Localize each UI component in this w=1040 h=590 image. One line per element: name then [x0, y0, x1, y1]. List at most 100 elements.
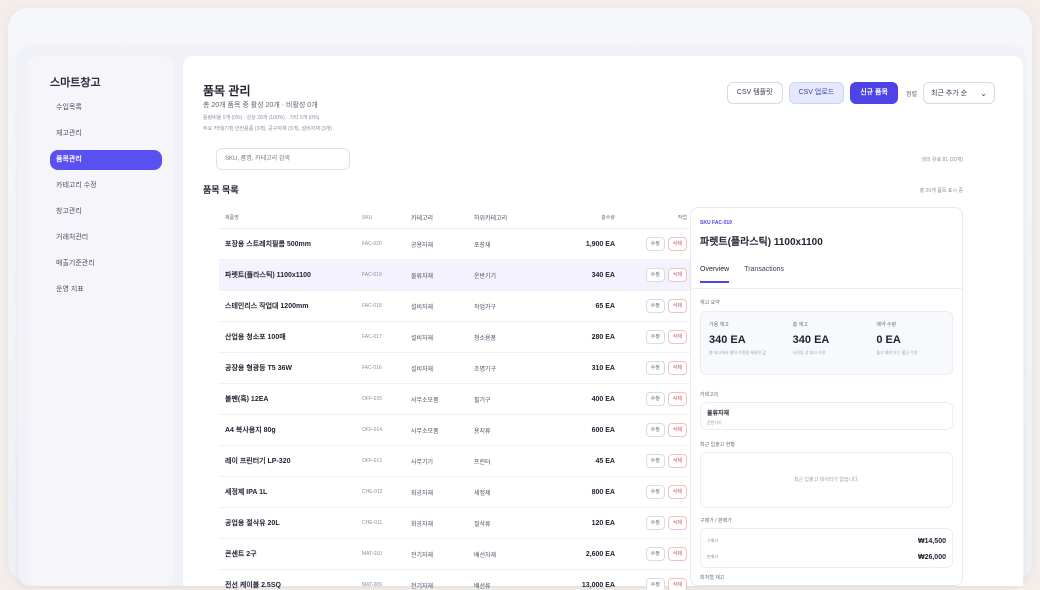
sale-price-row: 판매가 ₩26,000	[707, 549, 946, 565]
sidebar-item-warehouses[interactable]: 창고관리	[50, 202, 162, 222]
item-quantity-cell: 310 EA	[591, 364, 615, 372]
item-subcategory-cell: 청소용품	[474, 335, 497, 342]
table-row[interactable]: 공업용 절삭유 20L CHE-011 화공자재 절삭류 120 EA 수정 삭제	[219, 508, 693, 539]
price-box: 구매가 ₩14,500 판매가 ₩26,000	[700, 528, 953, 568]
stock-section-label: 재고 요약	[700, 300, 720, 306]
csv-import-button[interactable]: CSV 업로드	[788, 82, 845, 104]
edit-button[interactable]: 수정	[645, 237, 665, 251]
item-category-cell: 공용자재	[411, 242, 434, 249]
edit-button[interactable]: 수정	[645, 516, 665, 530]
table-row[interactable]: 산업용 청소포 100매 FAC-017 설비자재 청소용품 280 EA 수정 삭제	[219, 322, 693, 353]
delete-button[interactable]: 삭제	[667, 423, 687, 437]
row-actions: 수정 삭제	[627, 516, 693, 530]
delete-button[interactable]: 삭제	[667, 330, 687, 344]
row-actions: 수정 삭제	[627, 392, 693, 406]
row-actions: 수정 삭제	[627, 423, 693, 437]
delete-button[interactable]: 삭제	[667, 485, 687, 499]
item-sku-cell: OFF-015	[362, 396, 383, 402]
tab-transactions[interactable]: Transactions	[744, 266, 784, 283]
item-quantity-cell: 120 EA	[591, 519, 615, 527]
col-category[interactable]: 카테고리	[411, 213, 474, 222]
table-row[interactable]: 세정제 IPA 1L CHE-012 화공자재 세정제 800 EA 수정 삭제	[219, 477, 693, 508]
item-sku-cell: FAC-017	[362, 334, 382, 340]
item-summary: 총 20개 품목 중 활성 20개 · 비활성 0개	[203, 102, 318, 109]
edit-button[interactable]: 수정	[645, 485, 665, 499]
row-actions: 수정 삭제	[627, 578, 693, 590]
sale-price-label: 판매가	[707, 554, 719, 559]
csv-template-button[interactable]: CSV 템플릿	[726, 82, 783, 104]
edit-button[interactable]: 수정	[645, 392, 665, 406]
table-row[interactable]: 볼펜(흑) 12EA OFF-015 사무소모품 필기구 400 EA 수정 삭제	[219, 384, 693, 415]
edit-button[interactable]: 수정	[645, 578, 665, 590]
row-actions: 수정 삭제	[627, 330, 693, 344]
edit-button[interactable]: 수정	[645, 268, 665, 282]
table-row[interactable]: 전선 케이블 2.5SQ MAT-009 전기자재 배선류 13,000 EA 수정 삭제	[219, 570, 693, 590]
item-sku-cell: MAT-010	[362, 551, 382, 557]
detail-category: 물류자재	[707, 411, 730, 417]
detail-subcategory: 운반기기	[707, 420, 722, 425]
item-sku-cell: FAC-019	[362, 272, 382, 278]
row-actions: 수정 삭제	[627, 454, 693, 468]
table-row[interactable]: 콘센트 2구 MAT-010 전기자재 배선자재 2,600 EA 수정 삭제	[219, 539, 693, 570]
item-name-cell: 산업용 청소포 100매	[225, 334, 286, 341]
item-category-cell: 전기자재	[411, 552, 434, 559]
col-sku[interactable]: SKU	[362, 215, 411, 221]
item-subcategory-cell: 작업가구	[474, 304, 497, 311]
item-category-cell: 설비자재	[411, 335, 434, 342]
edit-button[interactable]: 수정	[645, 454, 665, 468]
table-header: 제품명 SKU 카테고리 하위카테고리 총수량 작업	[219, 207, 693, 229]
page-title: 품목 관리	[203, 84, 251, 98]
sidebar-item-metrics[interactable]: 운영 지표	[50, 280, 162, 300]
delete-button[interactable]: 삭제	[667, 547, 687, 561]
delete-button[interactable]: 삭제	[667, 268, 687, 282]
edit-button[interactable]: 수정	[645, 361, 665, 375]
search-input[interactable]	[216, 148, 350, 170]
stock-value: 0 EA	[876, 334, 901, 346]
table-row[interactable]: 공장용 형광등 T5 36W FAC-016 설비자재 조명기구 310 EA 수정 삭제	[219, 353, 693, 384]
item-name-cell: 스테인리스 작업대 1200mm	[225, 303, 309, 310]
edit-button[interactable]: 수정	[645, 299, 665, 313]
stock-hint: 총 재고에서 예약 수량을 제외한 값	[709, 350, 767, 355]
table-row[interactable]: 레이 프린터기 LP-320 OFF-013 사무기기 프린터 45 EA 수정 삭제	[219, 446, 693, 477]
delete-button[interactable]: 삭제	[667, 361, 687, 375]
delete-button[interactable]: 삭제	[667, 299, 687, 313]
category-section-label: 카테고리	[700, 392, 719, 398]
edit-button[interactable]: 수정	[645, 547, 665, 561]
table-row[interactable]: 파렛트(플라스틱) 1100x1100 FAC-019 물류자재 운반기기 340 EA…	[219, 260, 693, 291]
delete-button[interactable]: 삭제	[667, 392, 687, 406]
table-row[interactable]: A4 복사용지 80g OFF-014 사무소모품 용지류 600 EA 수정 삭제	[219, 415, 693, 446]
item-quantity-cell: 600 EA	[591, 426, 615, 434]
sidebar-item-sales-criteria[interactable]: 매출기준관리	[50, 254, 162, 274]
new-item-button[interactable]: 신규 품목	[850, 82, 898, 104]
edit-button[interactable]: 수정	[645, 330, 665, 344]
sidebar-item-items[interactable]: 품목관리	[50, 150, 162, 170]
stock-hint: 사전등 상 재고 수량	[792, 350, 826, 355]
edit-button[interactable]: 수정	[645, 423, 665, 437]
col-name[interactable]: 제품명	[219, 214, 362, 221]
tab-overview[interactable]: Overview	[700, 266, 730, 283]
col-quantity[interactable]: 총수량	[547, 214, 627, 221]
item-name-cell: 포장용 스트레치필름 500mm	[225, 241, 311, 248]
item-quantity-cell: 65 EA	[595, 302, 615, 310]
delete-button[interactable]: 삭제	[667, 237, 687, 251]
sidebar-item-partners[interactable]: 거래처관리	[50, 228, 162, 248]
sort-select[interactable]: 최근 추가 순 ⌄	[923, 82, 995, 104]
detail-tabs: Overview Transactions	[700, 266, 784, 283]
sidebar-item-categories[interactable]: 카테고리 수정	[50, 176, 162, 196]
detail-name: 파렛트(플라스틱) 1100x1100	[700, 237, 823, 248]
sidebar-item-import-list[interactable]: 수입목록	[50, 98, 162, 118]
item-name-cell: 레이 프린터기 LP-320	[225, 458, 291, 465]
table-row[interactable]: 포장용 스트레치필름 500mm FAC-020 공용자재 포장재 1,900 EA 수정…	[219, 229, 693, 260]
col-subcategory[interactable]: 하위카테고리	[474, 213, 547, 222]
item-subcategory-cell: 포장재	[474, 242, 491, 249]
list-title: 품목 목록	[203, 185, 239, 195]
delete-button[interactable]: 삭제	[667, 454, 687, 468]
purchase-price-label: 구매가	[707, 538, 719, 543]
delete-button[interactable]: 삭제	[667, 516, 687, 530]
table-row[interactable]: 스테인리스 작업대 1200mm FAC-018 설비자재 작업가구 65 EA 수정 삭제	[219, 291, 693, 322]
sidebar-item-inventory[interactable]: 재고관리	[50, 124, 162, 144]
delete-button[interactable]: 삭제	[667, 578, 687, 590]
item-sku-cell: CHE-012	[362, 489, 383, 495]
item-subcategory-cell: 운반기기	[474, 273, 497, 280]
item-name-cell: 세정제 IPA 1L	[225, 489, 268, 496]
